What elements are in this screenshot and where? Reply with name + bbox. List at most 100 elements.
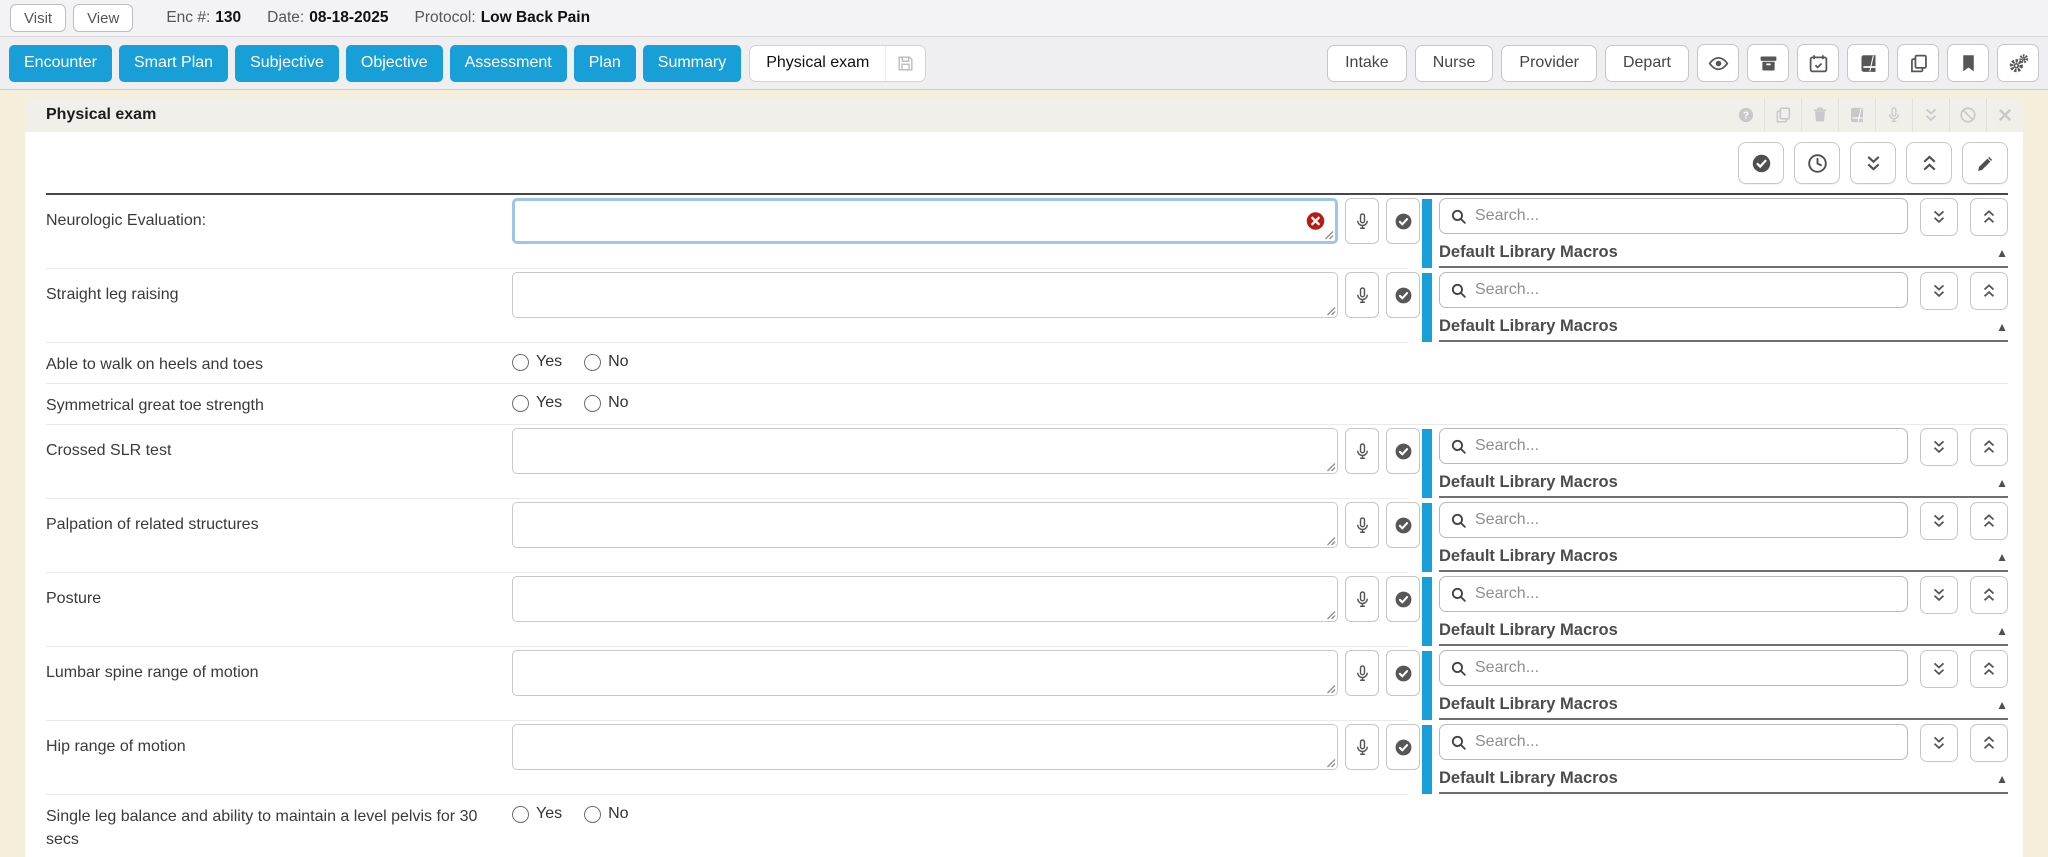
collapse-all-button[interactable] [1970, 576, 2008, 614]
radio-option-no[interactable]: No [584, 805, 628, 823]
confirm-button[interactable] [1386, 502, 1420, 548]
mic-button[interactable] [1345, 576, 1379, 622]
cancel-icon-button[interactable] [1949, 98, 1986, 132]
collapse-all-button[interactable] [1970, 198, 2008, 236]
macro-group-header[interactable]: Default Library Macros [1439, 543, 2008, 572]
archive-icon-button[interactable] [1747, 44, 1789, 82]
calendar-check-icon-button[interactable] [1797, 44, 1839, 82]
collapse-all-button[interactable] [1970, 724, 2008, 762]
expand-all-button[interactable] [1920, 502, 1958, 540]
nav-button-encounter[interactable]: Encounter [9, 45, 112, 82]
collapse-all-button[interactable] [1970, 650, 2008, 688]
macro-group-header[interactable]: Default Library Macros [1439, 765, 2008, 794]
resize-handle[interactable] [1323, 229, 1334, 240]
macro-group-header[interactable]: Default Library Macros [1439, 313, 2008, 342]
nav-button-assessment[interactable]: Assessment [450, 45, 567, 82]
mic-button[interactable] [1345, 272, 1379, 318]
text-input[interactable] [512, 502, 1338, 548]
confirm-button[interactable] [1386, 198, 1420, 244]
confirm-button[interactable] [1386, 650, 1420, 696]
expand-all-button[interactable] [1920, 576, 1958, 614]
resize-handle[interactable] [1325, 609, 1336, 620]
save-icon[interactable] [885, 46, 925, 81]
mic-button[interactable] [1345, 428, 1379, 474]
nav-button-plan[interactable]: Plan [574, 45, 636, 82]
visit-button[interactable]: Visit [10, 4, 66, 32]
nav-button-objective[interactable]: Objective [346, 45, 443, 82]
macro-search-input[interactable]: Search... [1439, 724, 1908, 760]
help-icon-button[interactable]: ? [1727, 98, 1764, 132]
radio-option-yes[interactable]: Yes [512, 394, 562, 412]
copy-icon-button[interactable] [1897, 44, 1939, 82]
double-chevron-down-icon-button[interactable] [1850, 142, 1896, 184]
nav-button-subjective[interactable]: Subjective [235, 45, 339, 82]
trash-icon-button[interactable] [1801, 98, 1838, 132]
clock-icon-button[interactable] [1794, 142, 1840, 184]
collapse-all-button[interactable] [1970, 272, 2008, 310]
confirm-button[interactable] [1386, 428, 1420, 474]
expand-all-button[interactable] [1920, 272, 1958, 310]
mic-button[interactable] [1345, 724, 1379, 770]
resize-handle[interactable] [1325, 683, 1336, 694]
radio-option-no[interactable]: No [584, 394, 628, 412]
macro-group-header[interactable]: Default Library Macros [1439, 469, 2008, 498]
macro-group-header[interactable]: Default Library Macros [1439, 617, 2008, 646]
nav-button-smart-plan[interactable]: Smart Plan [119, 45, 228, 82]
nav-button-summary[interactable]: Summary [643, 45, 741, 82]
macro-group-header[interactable]: Default Library Macros [1439, 239, 2008, 268]
radio-option-yes[interactable]: Yes [512, 805, 562, 823]
macro-search-input[interactable]: Search... [1439, 650, 1908, 686]
radio-option-no[interactable]: No [584, 353, 628, 371]
confirm-button[interactable] [1386, 724, 1420, 770]
text-input[interactable] [512, 724, 1338, 770]
copy-icon-button[interactable] [1764, 98, 1801, 132]
text-input[interactable] [512, 576, 1338, 622]
resize-handle[interactable] [1325, 461, 1336, 472]
collapse-all-button[interactable] [1970, 502, 2008, 540]
double-chevron-down-icon-button[interactable] [1912, 98, 1949, 132]
double-chevron-up-icon-button[interactable] [1906, 142, 1952, 184]
stage-button-depart[interactable]: Depart [1605, 45, 1689, 82]
expand-all-button[interactable] [1920, 428, 1958, 466]
text-input[interactable] [512, 198, 1338, 244]
eye-icon-button[interactable] [1697, 44, 1739, 82]
stage-button-provider[interactable]: Provider [1501, 45, 1597, 82]
confirm-button[interactable] [1386, 576, 1420, 622]
bookmark-icon-button[interactable] [1947, 44, 1989, 82]
macro-panel: Search... Default Library Macros [1422, 576, 2008, 646]
text-input[interactable] [512, 272, 1338, 318]
macro-search-input[interactable]: Search... [1439, 198, 1908, 234]
search-icon [1450, 734, 1467, 751]
text-input[interactable] [512, 428, 1338, 474]
macro-group-label: Default Library Macros [1439, 621, 1618, 640]
macro-group-label: Default Library Macros [1439, 769, 1618, 788]
view-button[interactable]: View [73, 4, 133, 32]
check-circle-icon-button[interactable] [1738, 142, 1784, 184]
expand-all-button[interactable] [1920, 198, 1958, 236]
stage-button-intake[interactable]: Intake [1327, 45, 1407, 82]
mic-button[interactable] [1345, 198, 1379, 244]
radio-option-yes[interactable]: Yes [512, 353, 562, 371]
expand-all-button[interactable] [1920, 650, 1958, 688]
resize-handle[interactable] [1325, 535, 1336, 546]
text-input[interactable] [512, 650, 1338, 696]
gears-icon-button[interactable] [1997, 44, 2039, 82]
book-icon-button[interactable] [1847, 44, 1889, 82]
pencil-icon-button[interactable] [1962, 142, 2008, 184]
mic-button[interactable] [1345, 650, 1379, 696]
macro-search-input[interactable]: Search... [1439, 502, 1908, 538]
macro-group-header[interactable]: Default Library Macros [1439, 691, 2008, 720]
mic-icon-button[interactable] [1875, 98, 1912, 132]
resize-handle[interactable] [1325, 757, 1336, 768]
close-icon-button[interactable] [1986, 98, 2023, 132]
macro-search-input[interactable]: Search... [1439, 428, 1908, 464]
macro-search-input[interactable]: Search... [1439, 272, 1908, 308]
resize-handle[interactable] [1325, 305, 1336, 316]
expand-all-button[interactable] [1920, 724, 1958, 762]
book-icon-button[interactable] [1838, 98, 1875, 132]
collapse-all-button[interactable] [1970, 428, 2008, 466]
macro-search-input[interactable]: Search... [1439, 576, 1908, 612]
confirm-button[interactable] [1386, 272, 1420, 318]
stage-button-nurse[interactable]: Nurse [1415, 45, 1494, 82]
mic-button[interactable] [1345, 502, 1379, 548]
